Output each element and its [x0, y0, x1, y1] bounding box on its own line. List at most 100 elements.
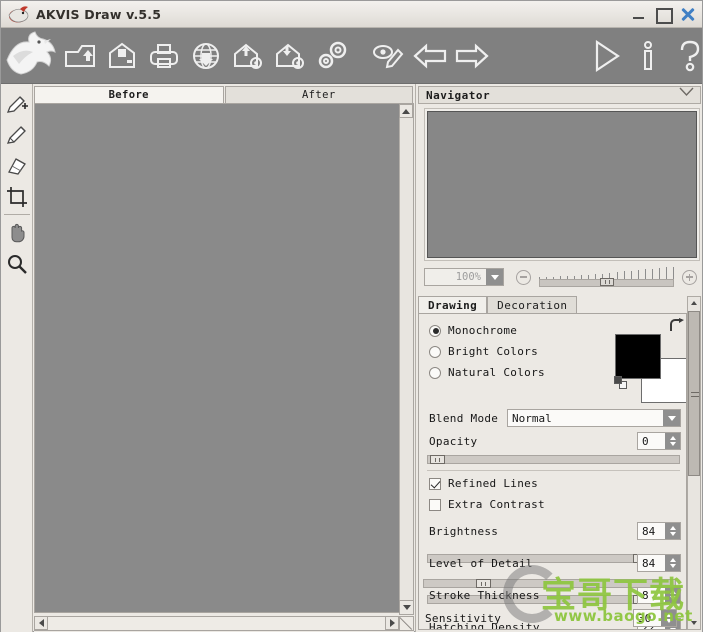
question-mark-icon[interactable]	[669, 33, 703, 79]
foreground-color-swatch[interactable]	[615, 334, 661, 379]
stroke-direction-tool[interactable]	[1, 119, 33, 150]
scroll-right-button[interactable]	[385, 616, 399, 630]
main-toolbar	[1, 28, 702, 84]
checkbox-extra-contrast-indicator[interactable]	[429, 498, 441, 511]
open-image-button[interactable]	[59, 33, 101, 79]
canvas-vertical-scrollbar[interactable]	[399, 104, 413, 612]
image-view-area: Before After	[34, 84, 414, 632]
navigator-preview[interactable]	[424, 108, 700, 261]
level-of-detail-stepper[interactable]	[665, 555, 680, 571]
info-icon[interactable]	[627, 33, 669, 79]
batch-settings-button[interactable]	[311, 33, 353, 79]
run-button[interactable]	[585, 33, 627, 79]
tab-before[interactable]: Before	[34, 86, 224, 103]
maximize-icon[interactable]	[655, 7, 673, 24]
radio-bright-colors-indicator[interactable]	[429, 345, 441, 358]
sensitivity-row: Sensitivity 30	[425, 609, 677, 627]
settings-scroll-up-button[interactable]	[688, 297, 700, 309]
scroll-up-button[interactable]	[399, 104, 413, 118]
publish-button[interactable]	[185, 33, 227, 79]
print-image-button[interactable]	[143, 33, 185, 79]
image-view-tabs: Before After	[34, 86, 414, 103]
checkbox-refined-lines[interactable]: Refined Lines	[429, 477, 686, 490]
checkbox-extra-contrast[interactable]: Extra Contrast	[429, 498, 686, 511]
minimize-icon[interactable]	[631, 7, 646, 22]
scroll-left-button[interactable]	[34, 616, 48, 630]
quick-preview-button[interactable]	[367, 33, 409, 79]
navigator-thumbnail	[427, 111, 697, 258]
zoom-slider-track[interactable]	[539, 278, 674, 287]
hand-tool[interactable]	[1, 217, 33, 248]
swap-colors-icon[interactable]	[667, 318, 685, 334]
undo-button[interactable]	[409, 33, 451, 79]
opacity-value: 0	[642, 434, 649, 448]
opacity-spinner[interactable]: 0	[637, 432, 681, 450]
redo-button[interactable]	[451, 33, 493, 79]
default-colors-icon[interactable]	[614, 376, 628, 390]
radio-monochrome-indicator[interactable]	[429, 324, 441, 337]
chevron-down-icon[interactable]	[486, 269, 503, 285]
settings-tabs: Drawing Decoration	[418, 296, 578, 314]
zoom-slider-thumb[interactable]	[600, 278, 614, 286]
scrollbar-corner	[399, 616, 414, 631]
eraser-tool[interactable]	[1, 150, 33, 181]
minus-circle-icon[interactable]	[516, 269, 531, 285]
right-panel: Navigator 100% Drawing Decoration Monoch…	[415, 84, 702, 632]
crop-tool[interactable]	[1, 181, 33, 212]
brightness-label: Brightness	[429, 524, 499, 538]
settings-scroll-down-button[interactable]	[688, 617, 700, 629]
settings-scrollbar[interactable]	[687, 296, 701, 630]
close-icon[interactable]	[679, 6, 696, 23]
zoom-tool[interactable]	[1, 248, 33, 279]
akvis-bird-icon	[3, 30, 59, 82]
blend-mode-row: Blend Mode Normal	[429, 409, 681, 427]
checkbox-refined-lines-indicator[interactable]	[429, 477, 441, 490]
zoom-level-value: 100%	[455, 271, 481, 283]
plus-circle-icon[interactable]	[682, 269, 697, 285]
tab-after[interactable]: After	[224, 86, 413, 103]
save-image-button[interactable]	[101, 33, 143, 79]
quick-draw-tool[interactable]	[1, 88, 33, 119]
blend-mode-value: Normal	[512, 411, 552, 425]
chevron-down-icon[interactable]	[663, 410, 680, 426]
zoom-slider[interactable]	[539, 267, 674, 287]
brightness-stepper[interactable]	[665, 523, 680, 539]
settings-scrollbar-thumb[interactable]	[688, 311, 700, 476]
navigator-header[interactable]: Navigator	[418, 86, 701, 104]
scroll-down-button[interactable]	[399, 600, 414, 615]
tool-separator	[4, 214, 30, 215]
export-presets-button[interactable]	[269, 33, 311, 79]
sensitivity-spinner[interactable]: 30	[633, 609, 677, 627]
window-title: AKVIS Draw v.5.5	[36, 6, 162, 22]
window-controls	[631, 1, 696, 28]
image-canvas[interactable]	[35, 104, 399, 612]
hatching-density-slider-thumb[interactable]	[476, 579, 491, 588]
tab-drawing[interactable]: Drawing	[418, 296, 488, 314]
radio-natural-colors-label: Natural Colors	[448, 366, 545, 379]
radio-natural-colors-indicator[interactable]	[429, 366, 441, 379]
tool-palette	[1, 84, 33, 632]
sensitivity-section: Sensitivity 30	[419, 579, 681, 632]
canvas-horizontal-scrollbar[interactable]	[34, 616, 399, 631]
opacity-stepper[interactable]	[665, 433, 680, 449]
opacity-label: Opacity	[429, 434, 478, 448]
sensitivity-stepper[interactable]	[661, 610, 676, 626]
radio-monochrome-label: Monochrome	[448, 324, 518, 337]
hatching-density-slider[interactable]	[423, 579, 676, 588]
zoom-level-select[interactable]: 100%	[424, 268, 504, 286]
checkbox-refined-lines-label: Refined Lines	[448, 477, 538, 490]
navigator-title: Navigator	[426, 88, 491, 102]
brightness-value: 84	[642, 524, 656, 538]
opacity-slider-thumb[interactable]	[430, 455, 445, 464]
opacity-slider[interactable]	[427, 455, 680, 464]
blend-mode-select[interactable]: Normal	[507, 409, 681, 427]
level-of-detail-label: Level of Detail	[429, 556, 533, 570]
brightness-row: Brightness 84	[429, 522, 681, 540]
blend-mode-label: Blend Mode	[429, 411, 499, 425]
akvis-draw-window: AKVIS Draw v.5.5 Before After Navigator …	[0, 0, 703, 632]
import-presets-button[interactable]	[227, 33, 269, 79]
zoom-controls: 100%	[424, 266, 700, 288]
tab-decoration[interactable]: Decoration	[487, 296, 578, 314]
brightness-spinner[interactable]: 84	[637, 522, 681, 540]
level-of-detail-spinner[interactable]: 84	[637, 554, 681, 572]
